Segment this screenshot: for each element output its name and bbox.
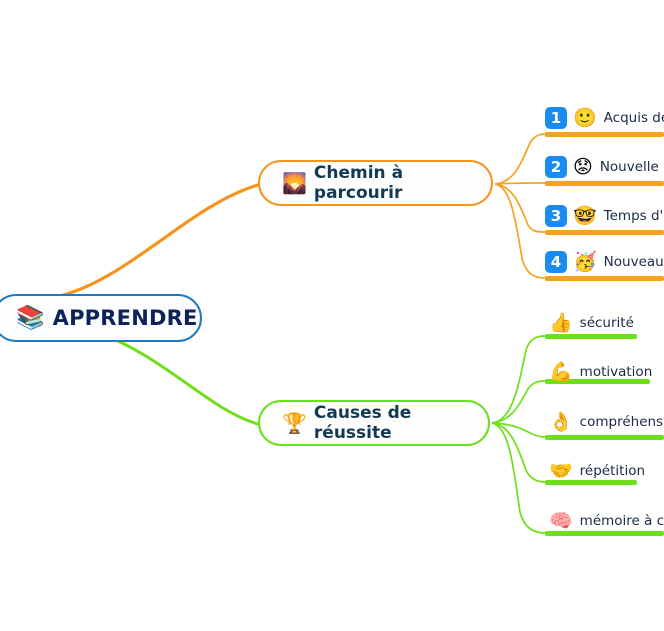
nerd-face-icon: 🤓 <box>573 204 597 227</box>
leaf-item-label: motivation <box>579 364 653 380</box>
leaf-item-chemin-1[interactable]: 1 🙂 Acquis de <box>545 101 664 135</box>
edge-root-to-chemin <box>58 183 260 298</box>
edge-chemin-to-item-1 <box>494 133 546 185</box>
mindmap-canvas: 📚 APPRENDRE 🌄 Chemin à parcourir 🏆 Cause… <box>0 0 664 631</box>
leaf-item-causes-3[interactable]: 👌 compréhension <box>545 405 664 439</box>
slightly-smiling-face-icon: 🙂 <box>573 106 597 129</box>
thumbs-up-icon: 👍 <box>549 311 573 334</box>
leaf-item-label: Temps d'a <box>603 208 664 224</box>
handshake-icon: 🤝 <box>549 459 573 482</box>
books-icon: 📚 <box>16 304 45 331</box>
leaf-item-label: mémoire à cour <box>579 513 664 529</box>
edge-causes-to-item-5 <box>491 422 546 534</box>
edge-causes-to-item-2 <box>491 380 546 424</box>
edge-causes-to-item-4 <box>491 422 546 483</box>
branch-node-causes-de-reussite[interactable]: 🏆 Causes de réussite <box>258 400 490 446</box>
leaf-item-chemin-4[interactable]: 4 🥳 Nouveaux <box>545 245 664 279</box>
branch-node-label-chemin: Chemin à parcourir <box>313 163 404 203</box>
leaf-item-causes-4[interactable]: 🤝 répétition <box>545 454 645 488</box>
edge-causes-to-item-1 <box>491 335 546 424</box>
worried-face-icon: 😟 <box>573 155 593 178</box>
leaf-item-label: sécurité <box>579 315 634 331</box>
leaf-item-label: répétition <box>579 463 646 479</box>
edge-chemin-to-item-4 <box>494 183 546 279</box>
leaf-number-badge: 4 <box>545 251 567 273</box>
leaf-item-label: Acquis de <box>603 110 664 126</box>
leaf-item-causes-5[interactable]: 🧠 mémoire à cour <box>545 504 664 538</box>
leaf-item-causes-2[interactable]: 💪 motivation <box>545 355 652 389</box>
branch-node-label-causes: Causes de réussite <box>313 403 412 443</box>
leaf-item-causes-1[interactable]: 👍 sécurité <box>545 306 634 340</box>
edge-chemin-to-item-3 <box>494 183 546 233</box>
edge-causes-to-item-3 <box>491 422 546 438</box>
trophy-icon: 🏆 <box>282 411 307 435</box>
leaf-item-label: compréhension <box>579 414 664 430</box>
brain-icon: 🧠 <box>549 509 573 532</box>
leaf-item-label: Nouveaux <box>603 254 664 270</box>
leaf-item-chemin-3[interactable]: 3 🤓 Temps d'a <box>545 199 664 233</box>
edge-root-to-causes <box>116 339 260 426</box>
leaf-number-badge: 1 <box>545 107 567 129</box>
edge-chemin-to-item-2 <box>494 182 545 185</box>
leaf-number-badge: 3 <box>545 205 567 227</box>
sunrise-over-mountains-icon: 🌄 <box>282 171 307 195</box>
root-node-apprendre[interactable]: 📚 APPRENDRE <box>0 294 202 342</box>
leaf-item-label: Nouvelle le <box>599 159 664 175</box>
ok-hand-icon: 👌 <box>549 410 573 433</box>
partying-face-icon: 🥳 <box>573 250 597 273</box>
branch-node-chemin-a-parcourir[interactable]: 🌄 Chemin à parcourir <box>258 160 493 206</box>
leaf-item-chemin-2[interactable]: 2 😟 Nouvelle le <box>545 150 664 184</box>
flexed-biceps-icon: 💪 <box>549 360 573 383</box>
root-node-label: APPRENDRE <box>52 306 198 330</box>
leaf-number-badge: 2 <box>545 156 567 178</box>
